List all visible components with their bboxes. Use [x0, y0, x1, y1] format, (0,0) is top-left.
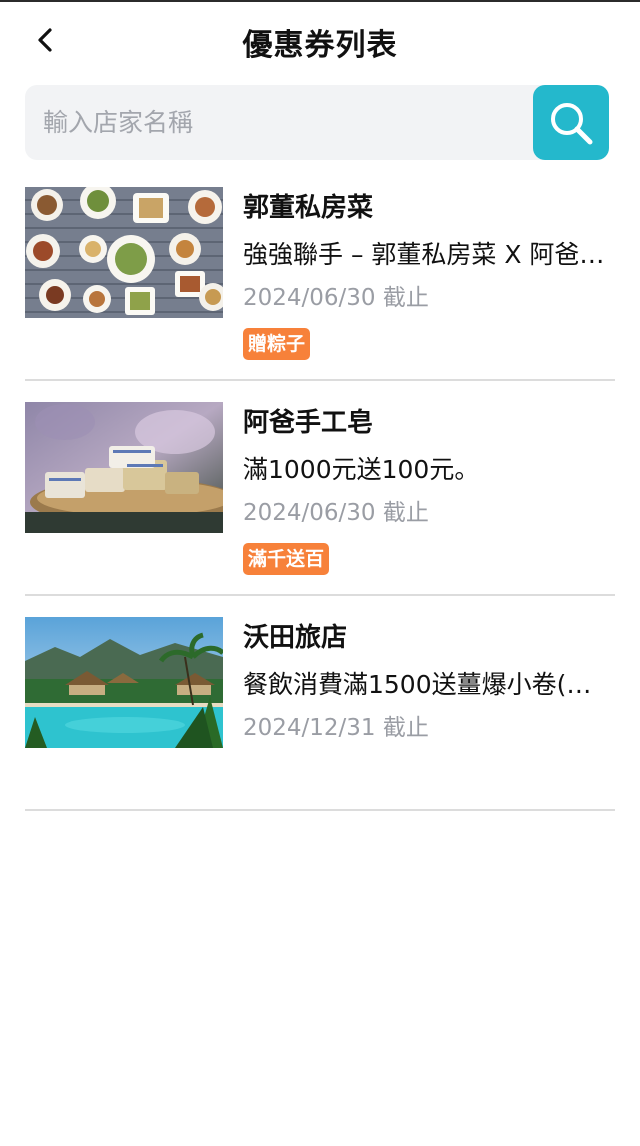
- search-button[interactable]: [533, 85, 609, 160]
- search-icon: [551, 102, 593, 144]
- search-bar: [25, 85, 609, 160]
- store-name: 郭董私房菜: [243, 193, 374, 223]
- page-title: 優惠券列表: [242, 28, 398, 63]
- coupon-tag: 滿千送百: [243, 543, 330, 575]
- coupon-description: 滿1000元送100元。: [243, 455, 480, 484]
- coupon-tag: 贈粽子: [243, 328, 311, 360]
- resort-pool-photo: [25, 617, 223, 748]
- store-name: 阿爸手工皂: [243, 408, 374, 438]
- expiry-date: 2024/06/30 截止: [243, 285, 429, 311]
- coupon-item[interactable]: 郭董私房菜 強強聯手 – 郭董私房菜 X 阿爸手工皂 2024/06/30 截止…: [25, 166, 615, 381]
- coupon-list: 郭董私房菜 強強聯手 – 郭董私房菜 X 阿爸手工皂 2024/06/30 截止…: [25, 166, 615, 811]
- search-input[interactable]: [25, 85, 565, 160]
- coupon-item[interactable]: 沃田旅店 餐飲消費滿1500送薑爆小卷(中盤) 2024/12/31 截止: [25, 596, 615, 811]
- handmade-soap-photo: [25, 402, 223, 533]
- coupon-item[interactable]: 阿爸手工皂 滿1000元送100元。 2024/06/30 截止 滿千送百: [25, 381, 615, 596]
- coupon-description: 強強聯手 – 郭董私房菜 X 阿爸手工皂: [243, 240, 615, 269]
- expiry-date: 2024/12/31 截止: [243, 715, 429, 741]
- app-header: 優惠券列表: [0, 2, 640, 80]
- coupon-description: 餐飲消費滿1500送薑爆小卷(中盤): [243, 670, 615, 699]
- store-name: 沃田旅店: [243, 623, 348, 653]
- expiry-date: 2024/06/30 截止: [243, 500, 429, 526]
- food-platter-photo: [25, 187, 223, 318]
